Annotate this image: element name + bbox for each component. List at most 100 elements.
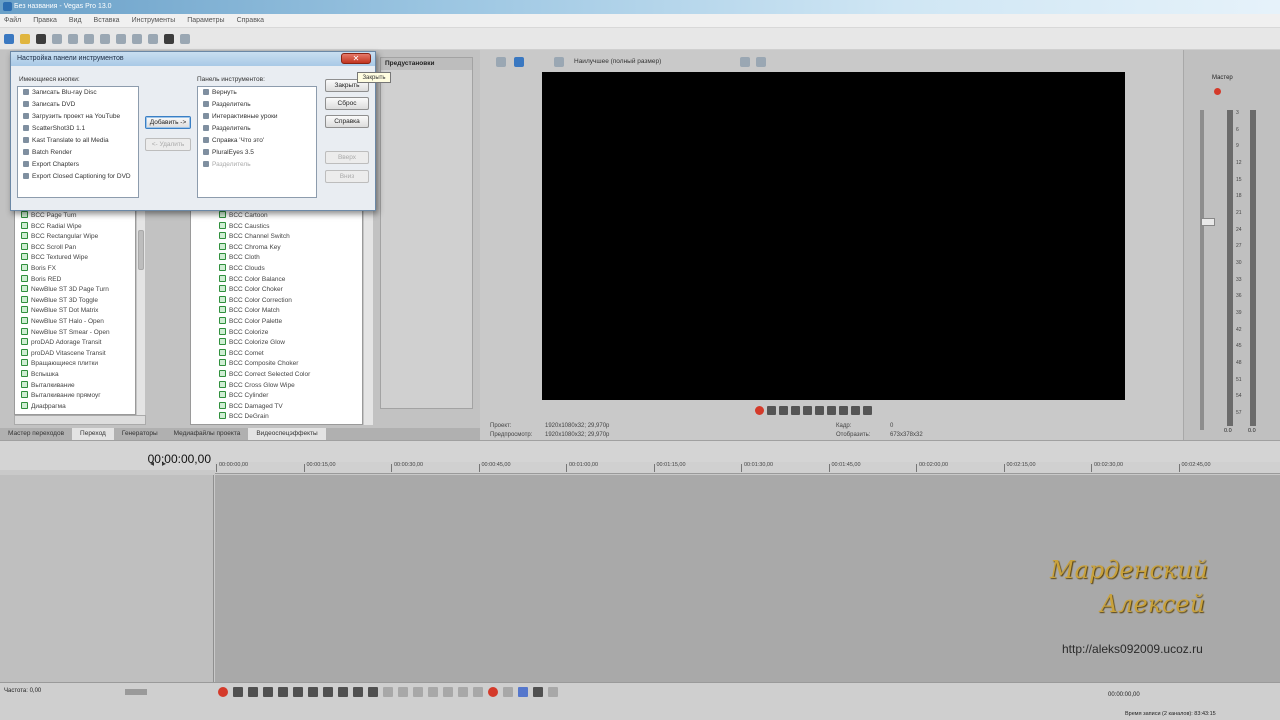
master-mute-icon[interactable] xyxy=(1214,88,1221,95)
menu-file[interactable]: Файл xyxy=(4,17,21,24)
help-icon[interactable] xyxy=(180,33,190,44)
video-fx-item[interactable]: BCC Colorize xyxy=(213,327,362,339)
snap-icon[interactable] xyxy=(518,687,528,697)
menu-view[interactable]: Вид xyxy=(69,17,82,24)
dialog-close-icon[interactable]: ✕ xyxy=(341,53,371,64)
timeline-stop-icon[interactable] xyxy=(293,687,303,697)
transition-item[interactable]: Boris FX xyxy=(15,263,135,275)
reset-button[interactable]: Сброс xyxy=(325,97,369,110)
overlays-icon[interactable] xyxy=(740,57,750,67)
transitions-hscrollbar[interactable] xyxy=(14,415,146,425)
transition-item[interactable]: NewBlue ST 3D Toggle xyxy=(15,295,135,307)
toolbar-button-item[interactable]: PluralEyes 3.5 xyxy=(198,147,316,159)
transition-item[interactable]: BCC Page Turn xyxy=(15,211,135,222)
video-fx-item[interactable]: BCC Chroma Key xyxy=(213,242,362,254)
menu-insert[interactable]: Вставка xyxy=(94,17,120,24)
preview-quality-select[interactable]: Наилучшее (полный размер) xyxy=(574,58,661,65)
split-icon[interactable] xyxy=(473,687,483,697)
timeline-play-from-start-icon[interactable] xyxy=(248,687,258,697)
transition-item[interactable]: BCC Textured Wipe xyxy=(15,253,135,264)
timeline-record-icon[interactable] xyxy=(218,687,228,697)
timeline-go-start-icon[interactable] xyxy=(308,687,318,697)
menu-tools[interactable]: Инструменты xyxy=(132,17,176,24)
video-fx-item[interactable]: BCC Correct Selected Color xyxy=(213,369,362,381)
transition-item[interactable]: Выталкивание xyxy=(15,380,135,392)
video-fx-item[interactable]: BCC Comet xyxy=(213,348,362,360)
video-fx-item[interactable]: BCC Damaged TV xyxy=(213,401,362,413)
prev-frame-icon[interactable] xyxy=(851,405,860,415)
marker-icon[interactable] xyxy=(488,687,498,697)
copy-icon[interactable] xyxy=(100,33,110,44)
track-headers-area[interactable] xyxy=(0,475,214,682)
transition-item[interactable]: proDAD Adorage Transit xyxy=(15,338,135,349)
transitions-scroll-thumb[interactable] xyxy=(138,230,144,270)
menu-edit[interactable]: Правка xyxy=(33,17,57,24)
pause-icon[interactable] xyxy=(803,405,812,415)
tab-video-fx[interactable]: Видеоспецэффекты xyxy=(248,428,326,440)
help-button[interactable]: Справка xyxy=(325,115,369,128)
cut-icon[interactable] xyxy=(84,33,94,44)
move-down-button[interactable]: Вниз xyxy=(325,170,369,183)
transition-item[interactable]: Выталкивание прямоуг xyxy=(15,391,135,402)
save-icon[interactable] xyxy=(36,33,46,44)
timeline-loop-icon[interactable] xyxy=(233,687,243,697)
external-monitor-icon[interactable] xyxy=(514,57,524,67)
transition-item[interactable]: NewBlue ST 3D Page Turn xyxy=(15,285,135,296)
transition-item[interactable]: BCC Scroll Pan xyxy=(15,242,135,254)
envelope-tool-icon[interactable] xyxy=(398,687,408,697)
save-as-icon[interactable] xyxy=(52,33,62,44)
toolbar-button-item[interactable]: Разделитель xyxy=(198,123,316,135)
transition-item[interactable]: Вращающиеся плитки xyxy=(15,359,135,370)
lock-envelopes-icon[interactable] xyxy=(548,687,558,697)
transition-item[interactable]: Вспышка xyxy=(15,369,135,381)
trim-icon[interactable] xyxy=(458,687,468,697)
transitions-scrollbar[interactable] xyxy=(136,210,145,415)
timeline-go-end-icon[interactable] xyxy=(323,687,333,697)
available-button-item[interactable]: Загрузить проект на YouTube xyxy=(18,111,138,123)
delete-icon[interactable] xyxy=(443,687,453,697)
split-screen-icon[interactable] xyxy=(554,57,564,67)
timeline-pause-icon[interactable] xyxy=(278,687,288,697)
transition-item[interactable]: Boris RED xyxy=(15,274,135,286)
video-fx-item[interactable]: BCC Color Choker xyxy=(213,285,362,296)
available-button-item[interactable]: Записать Blu-ray Disc xyxy=(18,87,138,99)
play-from-start-icon[interactable] xyxy=(779,405,788,415)
transition-item[interactable]: NewBlue ST Halo - Open xyxy=(15,316,135,328)
move-up-button[interactable]: Вверх xyxy=(325,151,369,164)
video-fx-item[interactable]: BCC Colorize Glow xyxy=(213,338,362,349)
zoom-tool-icon[interactable] xyxy=(428,687,438,697)
tab-generators[interactable]: Генераторы xyxy=(114,428,166,440)
transition-item[interactable]: NewBlue ST Dot Matrix xyxy=(15,306,135,317)
video-fx-item[interactable]: BCC Color Palette xyxy=(213,316,362,328)
next-frame-icon[interactable] xyxy=(863,405,872,415)
tab-transitions[interactable]: Переход xyxy=(72,428,114,440)
available-button-item[interactable]: Export Chapters xyxy=(18,159,138,171)
master-fader-handle[interactable] xyxy=(1201,218,1215,226)
video-fx-scrollbar[interactable] xyxy=(363,210,373,425)
tab-transition-wizard[interactable]: Мастер переходов xyxy=(0,428,72,440)
video-fx-item[interactable]: BCC Cylinder xyxy=(213,391,362,402)
region-icon[interactable] xyxy=(503,687,513,697)
video-fx-item[interactable]: BCC Composite Choker xyxy=(213,359,362,370)
available-button-item[interactable]: Записать DVD xyxy=(18,99,138,111)
toolbar-button-item[interactable]: Разделитель xyxy=(198,99,316,111)
available-buttons-list[interactable]: Записать Blu-ray Disc Записать DVD Загрузи… xyxy=(17,86,139,198)
transition-item[interactable]: proDAD Vitascene Transit xyxy=(15,348,135,360)
toolbar-button-item[interactable]: Интерактивные уроки xyxy=(198,111,316,123)
stop-icon[interactable] xyxy=(815,405,824,415)
normal-edit-tool-icon[interactable] xyxy=(383,687,393,697)
rate-slider[interactable] xyxy=(125,689,147,695)
selection-tool-icon[interactable] xyxy=(413,687,423,697)
toolbar-buttons-list[interactable]: Вернуть Разделитель Интерактивные уроки Раз… xyxy=(197,86,317,198)
video-fx-item[interactable]: BCC Color Match xyxy=(213,306,362,317)
loop-icon[interactable] xyxy=(767,405,776,415)
timeline-next-frame-icon[interactable] xyxy=(353,687,363,697)
timeline-prev-frame-icon[interactable] xyxy=(338,687,348,697)
redo-icon[interactable] xyxy=(148,33,158,44)
video-fx-item[interactable]: BCC Cartoon xyxy=(213,211,362,222)
transition-item[interactable]: Диафрагма xyxy=(15,401,135,413)
properties-icon[interactable] xyxy=(68,33,78,44)
open-folder-icon[interactable] xyxy=(20,33,30,44)
preview-properties-icon[interactable] xyxy=(496,57,506,67)
toolbar-button-item[interactable]: Вернуть xyxy=(198,87,316,99)
